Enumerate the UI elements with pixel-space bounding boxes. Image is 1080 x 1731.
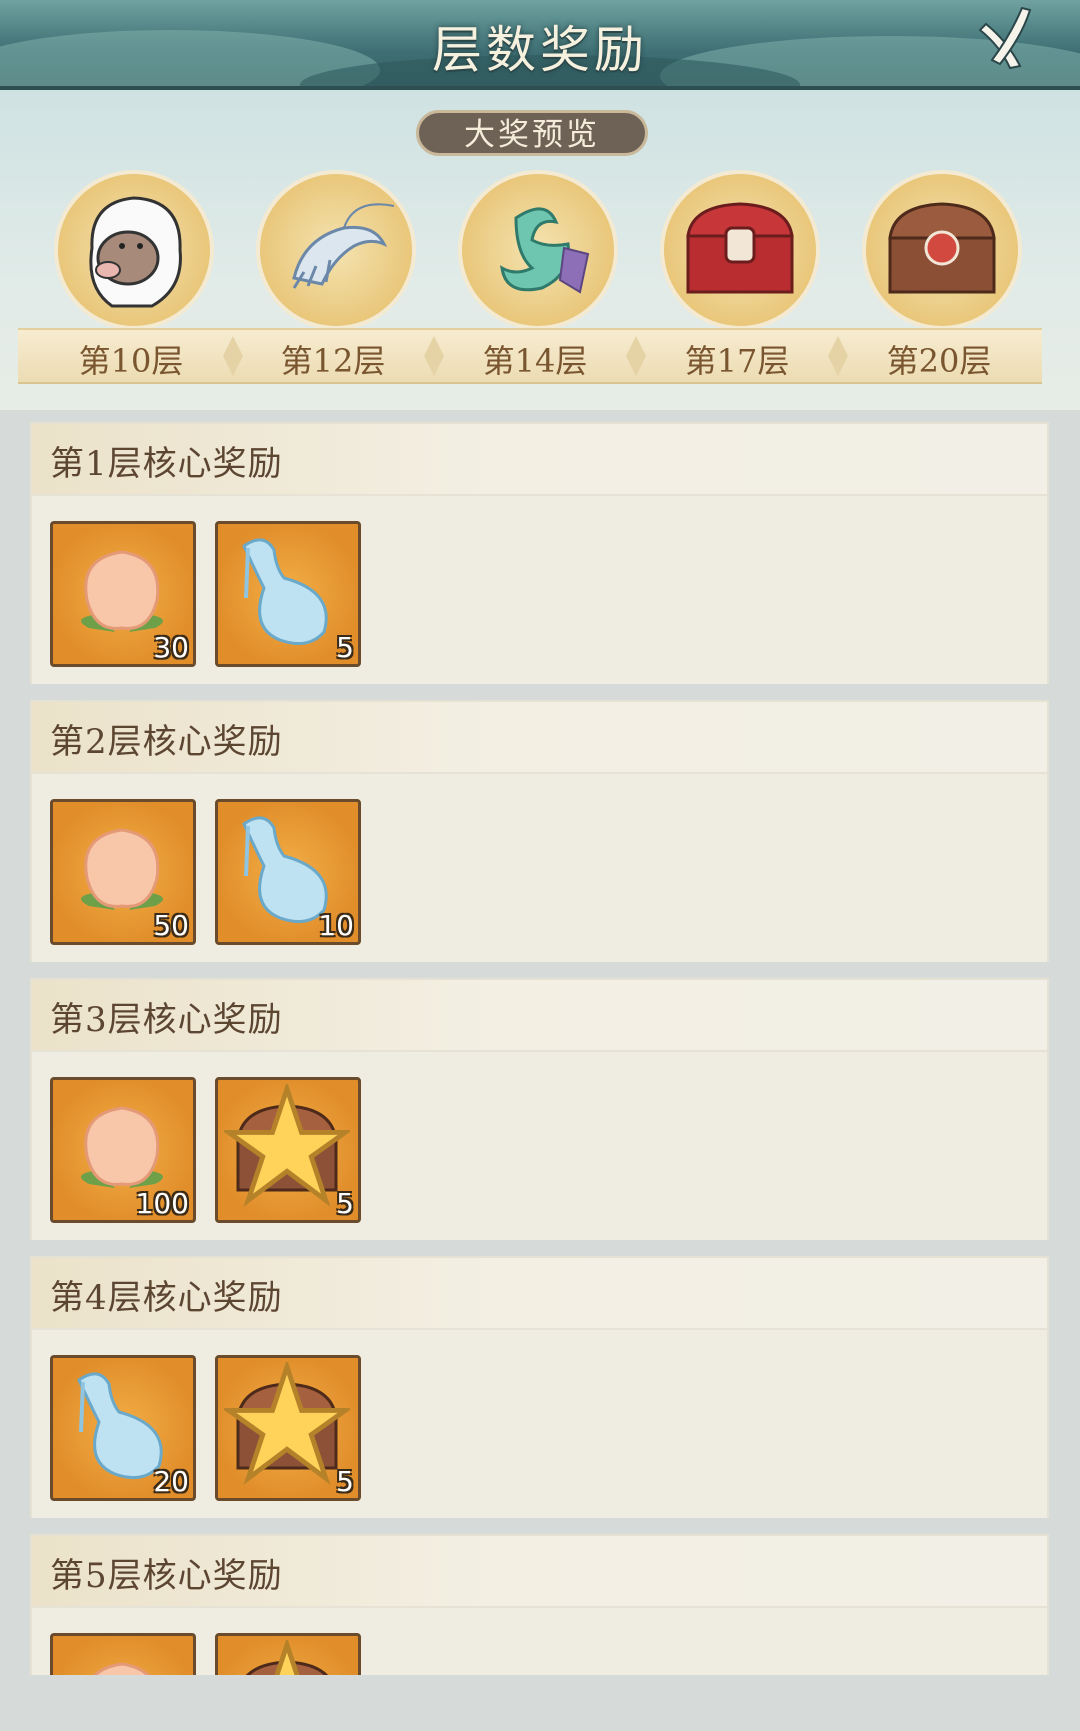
bronze-treasure-chest-icon [888,202,996,294]
title-bar: 层数奖励 [0,0,1080,90]
reward-item[interactable]: 30 [50,521,196,667]
peach-icon [93,1662,150,1675]
card-body: 20 5 [32,1330,1047,1518]
card-title: 第3层核心奖励 [50,1000,283,1040]
item-count: 5 [336,1465,354,1498]
floor-label: 第14层 [482,342,588,380]
close-icon [978,6,1032,70]
floor-label: 第12层 [280,342,386,380]
reward-item[interactable]: 20 [50,1355,196,1501]
card-header: 第4层核心奖励 [32,1258,1047,1330]
card-title: 第2层核心奖励 [50,722,283,762]
item-count: 5 [336,1187,354,1220]
floor-label: 第20层 [886,342,992,380]
reward-card: 第3层核心奖励 100 5 [30,978,1049,1240]
reward-list[interactable]: 第1层核心奖励 30 5 第2层核心奖励 50 10 第3层核心奖励 100 5… [0,410,1080,1675]
floor-label: 第10层 [78,342,184,380]
water-gourd-icon [242,538,328,646]
card-title: 第1层核心奖励 [50,444,283,484]
card-body: 100 5 [32,1052,1047,1240]
shrimp-icon [292,203,395,289]
item-count: 100 [135,1187,189,1220]
floor-labels: 第10层 第12层 第14层 第17层 第20层 [18,328,1042,384]
close-button[interactable] [970,6,1042,78]
jade-pendant-icon [500,207,590,294]
item-count: 5 [336,631,354,664]
card-body: 50 10 [32,774,1047,962]
preview-tag: 大奖预览 [416,110,648,156]
reward-item[interactable]: 5 [215,521,361,667]
reward-card: 第4层核心奖励 20 5 [30,1256,1049,1518]
reward-item[interactable]: 100 [50,1077,196,1223]
prize-floor-17[interactable] [660,170,820,330]
card-body: 30 5 [32,496,1047,684]
reward-card: 第2层核心奖励 50 10 [30,700,1049,962]
bottom-edge [0,1675,1080,1731]
reward-item[interactable]: 5 [215,1077,361,1223]
reward-item[interactable]: 50 [50,799,196,945]
card-header: 第5层核心奖励 [32,1536,1047,1608]
red-treasure-chest-icon [686,202,794,294]
page-title: 层数奖励 [432,21,648,79]
star-icon [224,1084,350,1207]
item-count: 10 [318,909,354,942]
prize-floor-14[interactable] [458,170,618,330]
prize-floor-10[interactable] [54,170,214,330]
floor-label: 第17层 [684,342,790,380]
card-header: 第2层核心奖励 [32,702,1047,774]
item-count: 50 [153,909,189,942]
card-header: 第3层核心奖励 [32,980,1047,1052]
card-body [32,1608,1047,1675]
grand-prize-preview: 大奖预览 第10层 第12层 第14层 第17层 第20层 [0,90,1080,410]
star-icon [224,1362,350,1485]
item-count: 20 [153,1465,189,1498]
prize-floor-12[interactable] [256,170,416,330]
reward-card: 第1层核心奖励 30 5 [30,422,1049,684]
reward-item[interactable]: 5 [215,1355,361,1501]
item-count: 30 [153,631,189,664]
card-title: 第4层核心奖励 [50,1278,283,1318]
prize-floor-20[interactable] [862,170,1022,330]
star-icon [274,1640,300,1675]
reward-item[interactable] [50,1633,196,1675]
reward-card: 第5层核心奖励 [30,1534,1049,1675]
card-title: 第5层核心奖励 [50,1556,283,1596]
reward-item[interactable]: 10 [215,799,361,945]
reward-item[interactable] [215,1633,361,1675]
card-header: 第1层核心奖励 [32,424,1047,496]
boar-character-icon [89,196,182,308]
